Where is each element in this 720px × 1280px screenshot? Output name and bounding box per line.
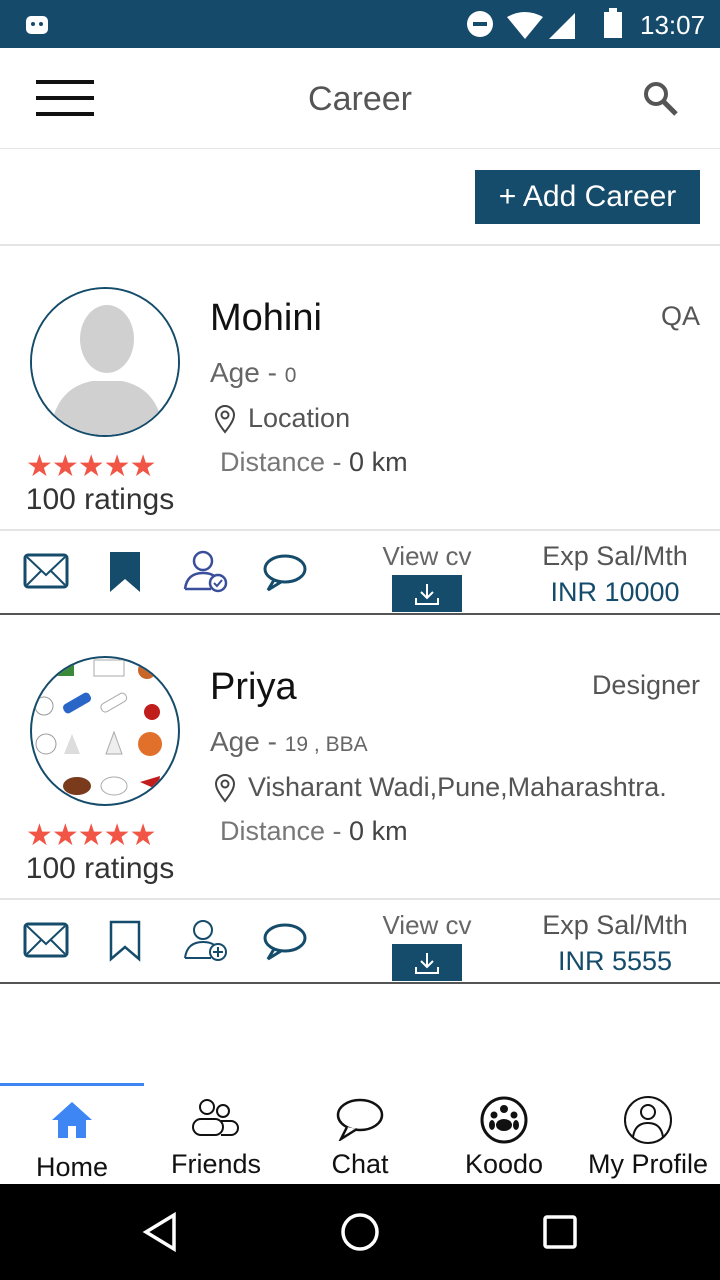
bookmark-filled-icon[interactable] — [109, 551, 141, 593]
distance: Distance - 0 km — [220, 816, 408, 847]
back-icon[interactable] — [140, 1212, 180, 1252]
bottom-nav: Home Friends Chat Koodo My Profile — [0, 1083, 720, 1184]
age: Age - 19 , BBA — [210, 726, 368, 758]
location: Visharant Wadi,Pune,Maharashtra. — [214, 772, 667, 803]
add-bar: + Add Career — [0, 150, 720, 246]
salary-label: Exp Sal/Mth — [542, 910, 688, 940]
salary-value: INR 10000 — [550, 577, 680, 607]
candidate-name: Mohini — [210, 297, 322, 339]
distance: Distance - 0 km — [220, 447, 408, 478]
status-bar: 13:07 — [0, 0, 720, 48]
friends-icon — [192, 1099, 239, 1136]
tab-label: Friends — [170, 1149, 262, 1179]
add-user-icon[interactable] — [183, 918, 229, 962]
distance-value: 0 km — [349, 447, 408, 477]
card-actions: View cv Exp Sal/Mth INR 5555 — [0, 898, 720, 984]
location-text: Location — [248, 403, 351, 433]
download-icon — [415, 952, 439, 974]
location-pin-icon — [214, 404, 236, 434]
distance-label: Distance - — [220, 816, 350, 846]
age-label: Age - — [210, 726, 285, 757]
star-rating: ★★★★★ — [26, 450, 156, 483]
clock: 13:07 — [640, 10, 706, 40]
ratings-count: 100 ratings — [25, 852, 175, 885]
age-value: 19 , BBA — [284, 733, 368, 756]
home-icon — [52, 1102, 92, 1138]
sports-avatar-image — [34, 659, 162, 796]
avatar — [30, 287, 180, 437]
ratings-count: 100 ratings — [25, 483, 175, 516]
tab-friends[interactable]: Friends — [144, 1083, 288, 1184]
salary-value: INR 5555 — [557, 946, 673, 976]
home-circle-icon[interactable] — [340, 1212, 380, 1252]
view-cv-label: View cv — [382, 910, 472, 940]
candidate-role: QA — [660, 301, 700, 331]
salary-label: Exp Sal/Mth — [542, 541, 688, 571]
status-icons — [467, 11, 575, 39]
download-cv-button[interactable] — [392, 944, 462, 981]
tab-koodo[interactable]: Koodo — [432, 1083, 576, 1184]
mail-icon[interactable] — [23, 922, 69, 958]
view-cv-label: View cv — [382, 541, 472, 571]
tab-chat[interactable]: Chat — [288, 1083, 432, 1184]
tab-label: My Profile — [587, 1149, 709, 1179]
add-career-button[interactable]: + Add Career — [475, 170, 700, 224]
chat-icon — [336, 1098, 384, 1141]
download-icon — [415, 583, 439, 605]
distance-value: 0 km — [349, 816, 408, 846]
tab-label: Home — [35, 1152, 109, 1182]
bookmark-outline-icon[interactable] — [109, 920, 141, 962]
system-nav-bar — [0, 1184, 720, 1280]
career-card[interactable]: ★★★★★ 100 ratings Priya Designer Age - 1… — [0, 616, 720, 984]
location-pin-icon — [214, 773, 236, 803]
page-title: Career — [308, 80, 412, 118]
mail-icon[interactable] — [23, 553, 69, 589]
star-rating: ★★★★★ — [26, 819, 156, 852]
profile-icon — [624, 1096, 672, 1144]
candidate-role: Designer — [591, 670, 700, 700]
search-icon[interactable] — [642, 80, 680, 118]
battery-icon — [604, 8, 622, 38]
card-actions: View cv Exp Sal/Mth INR 10000 — [0, 529, 720, 615]
candidate-name: Priya — [210, 666, 297, 708]
age: Age - 0 — [210, 357, 296, 389]
app-bar: Career — [0, 48, 720, 149]
chat-bubble-icon[interactable] — [262, 553, 308, 593]
user-check-icon[interactable] — [183, 549, 229, 593]
location-text: Visharant Wadi,Pune,Maharashtra. — [248, 772, 667, 802]
tab-label: Chat — [331, 1149, 389, 1179]
recents-icon[interactable] — [542, 1214, 578, 1250]
default-avatar-icon — [32, 289, 178, 435]
tab-label: Koodo — [464, 1149, 544, 1179]
career-card[interactable]: ★★★★★ 100 ratings Mohini QA Age - 0 Loca… — [0, 247, 720, 615]
distance-label: Distance - — [220, 447, 350, 477]
location: Location — [214, 403, 350, 434]
chat-bubble-icon[interactable] — [262, 922, 308, 962]
koodo-group-icon — [480, 1096, 528, 1144]
tab-home[interactable]: Home — [0, 1083, 144, 1184]
age-label: Age - — [210, 357, 285, 388]
android-icon — [26, 16, 48, 34]
age-value: 0 — [284, 364, 297, 387]
download-cv-button[interactable] — [392, 575, 462, 612]
avatar — [30, 656, 180, 806]
tab-my-profile[interactable]: My Profile — [576, 1083, 720, 1184]
